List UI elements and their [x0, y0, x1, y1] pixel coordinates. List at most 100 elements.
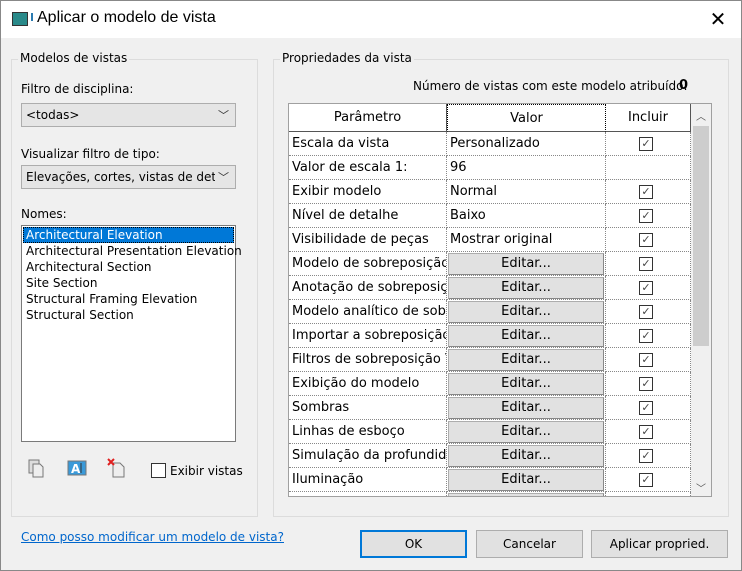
close-icon[interactable]: ✕	[705, 7, 731, 31]
include-checkbox[interactable]: ✓	[639, 185, 653, 199]
edit-button[interactable]: Editar...	[448, 349, 604, 371]
group-title: Propriedades da vista	[280, 51, 414, 65]
column-header-value[interactable]: Valor	[447, 104, 606, 132]
chevron-down-icon: ﹀	[215, 169, 229, 185]
names-label: Nomes:	[21, 207, 67, 221]
include-checkbox[interactable]: ✓	[639, 209, 653, 223]
include-checkbox[interactable]: ✓	[639, 449, 653, 463]
dropdown-value: Elevações, cortes, vistas de deta	[26, 170, 224, 184]
edit-button[interactable]: Editar...	[448, 301, 604, 323]
parameter-cell: Escala da vista	[289, 132, 447, 156]
value-cell[interactable]: Personalizado	[447, 132, 606, 156]
svg-text:A: A	[71, 462, 81, 476]
value-cell[interactable]: Baixo	[447, 204, 606, 228]
list-item[interactable]: Architectural Presentation Elevation	[23, 243, 242, 259]
table-row: Exposição fotográficaEditar...✓	[289, 492, 691, 496]
column-header-include[interactable]: Incluir	[606, 104, 691, 132]
rename-icon[interactable]: A	[67, 458, 87, 478]
apply-view-template-dialog: Aplicar o modelo de vista ✕ Modelos de v…	[0, 0, 742, 571]
include-checkbox[interactable]: ✓	[639, 401, 653, 415]
list-item[interactable]: Architectural Section	[23, 259, 234, 275]
cancel-button[interactable]: Cancelar	[476, 530, 583, 558]
discipline-filter-label: Filtro de disciplina:	[21, 82, 134, 96]
scroll-thumb[interactable]	[693, 126, 709, 346]
include-checkbox[interactable]: ✓	[639, 353, 653, 367]
parameter-cell: Exposição fotográfica	[289, 492, 447, 496]
include-checkbox[interactable]: ✓	[639, 137, 653, 151]
vertical-scrollbar[interactable]: ︿ ﹀	[691, 104, 711, 496]
list-item[interactable]: Site Section	[23, 275, 234, 291]
delete-icon[interactable]	[107, 458, 127, 478]
parameter-cell: Iluminação	[289, 468, 447, 492]
edit-button[interactable]: Editar...	[448, 397, 604, 419]
type-filter-dropdown[interactable]: Elevações, cortes, vistas de deta ﹀	[21, 165, 236, 189]
parameter-cell: Visibilidade de peças	[289, 228, 447, 252]
edit-button[interactable]: Editar...	[448, 445, 604, 467]
parameter-cell: Modelo analítico de sobreposição V/G	[289, 300, 447, 324]
assigned-views-count: 0	[679, 78, 689, 93]
edit-button[interactable]: Editar...	[448, 253, 604, 275]
parameter-cell: Linhas de esboço	[289, 420, 447, 444]
edit-button[interactable]: Editar...	[448, 469, 604, 491]
table-header: Parâmetro Valor Incluir	[289, 104, 691, 132]
ok-button[interactable]: OK	[360, 530, 467, 558]
include-checkbox[interactable]: ✓	[639, 257, 653, 271]
include-checkbox[interactable]: ✓	[639, 377, 653, 391]
include-checkbox[interactable]: ✓	[639, 233, 653, 247]
table-row: Anotação de sobreposição V/GEditar... ✓	[289, 276, 691, 300]
parameter-cell: Filtros de sobreposição V/G	[289, 348, 447, 372]
table-row: Filtros de sobreposição V/GEditar... ✓	[289, 348, 691, 372]
value-cell[interactable]: 96	[447, 156, 606, 180]
show-views-checkbox[interactable]	[151, 463, 166, 478]
parameter-cell: Sombras	[289, 396, 447, 420]
table-row: Valor de escala 1: 96	[289, 156, 691, 180]
show-views-label: Exibir vistas	[170, 464, 243, 478]
app-icon	[12, 12, 33, 26]
value-cell[interactable]: Normal	[447, 180, 606, 204]
value-cell[interactable]: Mostrar original	[447, 228, 606, 252]
scroll-up-icon[interactable]: ︿	[691, 108, 711, 123]
include-checkbox[interactable]: ✓	[639, 281, 653, 295]
table-row: Exibição do modelo Editar... ✓	[289, 372, 691, 396]
parameter-cell: Importar a sobreposição V/G	[289, 324, 447, 348]
include-checkbox[interactable]: ✓	[639, 329, 653, 343]
include-cell	[606, 492, 691, 496]
duplicate-icon[interactable]	[27, 458, 47, 478]
discipline-filter-dropdown[interactable]: <todas> ﹀	[21, 103, 236, 127]
edit-button[interactable]: Editar...	[448, 493, 604, 496]
parameter-cell: Anotação de sobreposição V/G	[289, 276, 447, 300]
edit-button[interactable]: Editar...	[448, 421, 604, 443]
table-row: Simulação da profundidadeEditar... ✓	[289, 444, 691, 468]
chevron-down-icon: ﹀	[218, 109, 229, 122]
table-row: Nível de detalhe Baixo ✓	[289, 204, 691, 228]
table-row: Exibir modelo Normal ✓	[289, 180, 691, 204]
edit-button[interactable]: Editar...	[448, 325, 604, 347]
assigned-views-count-label: Número de vistas com este modelo atribuí…	[413, 79, 688, 93]
group-title: Modelos de vistas	[18, 51, 130, 65]
apply-properties-button[interactable]: Aplicar propried.	[591, 530, 728, 558]
parameter-cell: Exibição do modelo	[289, 372, 447, 396]
title-bar: Aplicar o modelo de vista ✕	[1, 1, 741, 38]
edit-button[interactable]: Editar...	[448, 277, 604, 299]
type-filter-label: Visualizar filtro de tipo:	[21, 147, 160, 161]
table-row: Modelo analítico de sobreposição V/GEdit…	[289, 300, 691, 324]
list-item[interactable]: Structural Section	[23, 307, 234, 323]
column-header-parameter[interactable]: Parâmetro	[289, 104, 447, 132]
table-row: Linhas de esboço Editar... ✓	[289, 420, 691, 444]
include-checkbox[interactable]: ✓	[639, 425, 653, 439]
include-checkbox[interactable]: ✓	[639, 305, 653, 319]
include-checkbox[interactable]: ✓	[639, 473, 653, 487]
help-link[interactable]: Como posso modificar um modelo de vista?	[21, 530, 284, 544]
dialog-title: Aplicar o modelo de vista	[37, 9, 216, 26]
edit-button[interactable]: Editar...	[448, 373, 604, 395]
list-item[interactable]: Structural Framing Elevation	[23, 291, 234, 307]
table-row: Iluminação Editar... ✓	[289, 468, 691, 492]
parameter-cell: Nível de detalhe	[289, 204, 447, 228]
table-row: Visibilidade de peças Mostrar original ✓	[289, 228, 691, 252]
names-list[interactable]: Architectural Elevation Architectural Pre…	[21, 225, 242, 442]
list-item[interactable]: Architectural Elevation	[23, 227, 234, 243]
table-row: Sombras Editar... ✓	[289, 396, 691, 420]
include-cell	[606, 156, 691, 180]
dropdown-value: <todas>	[26, 108, 80, 122]
scroll-down-icon[interactable]: ﹀	[691, 480, 711, 495]
